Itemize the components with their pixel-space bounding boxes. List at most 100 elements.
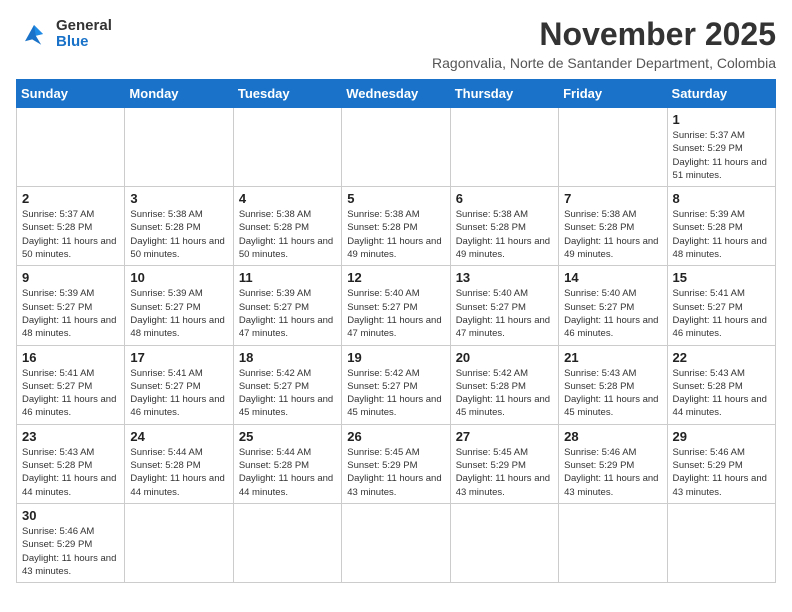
day-number: 3: [130, 191, 227, 206]
calendar-cell: [667, 503, 775, 582]
calendar-cell: [342, 108, 450, 187]
calendar-cell: 7 Sunrise: 5:38 AM Sunset: 5:28 PM Daylig…: [559, 187, 667, 266]
day-number: 7: [564, 191, 661, 206]
day-number: 11: [239, 270, 336, 285]
calendar-week-1: 2Sunrise: 5:37 AM Sunset: 5:28 PM Daylig…: [17, 187, 776, 266]
day-info: Sunrise: 5:39 AM Sunset: 5:27 PM Dayligh…: [130, 287, 227, 340]
day-info: Sunrise: 5:37 AM Sunset: 5:29 PM Dayligh…: [673, 129, 770, 182]
day-info: Sunrise: 5:41 AM Sunset: 5:27 PM Dayligh…: [130, 367, 227, 420]
weekday-header-saturday: Saturday: [667, 80, 775, 108]
day-number: 27: [456, 429, 553, 444]
day-number: 13: [456, 270, 553, 285]
calendar-cell: 26Sunrise: 5:45 AM Sunset: 5:29 PM Dayli…: [342, 424, 450, 503]
day-info: Sunrise: 5:41 AM Sunset: 5:27 PM Dayligh…: [22, 367, 119, 420]
calendar-cell: 16 Sunrise: 5:41 AM Sunset: 5:27 PM Dayli…: [17, 345, 125, 424]
day-info: Sunrise: 5:37 AM Sunset: 5:28 PM Dayligh…: [22, 208, 119, 261]
calendar-cell: [233, 108, 341, 187]
day-number: 1: [673, 112, 770, 127]
calendar-table: SundayMondayTuesdayWednesdayThursdayFrid…: [16, 79, 776, 583]
day-info: Sunrise: 5:41 AM Sunset: 5:27 PM Dayligh…: [673, 287, 770, 340]
day-number: 4: [239, 191, 336, 206]
weekday-header-tuesday: Tuesday: [233, 80, 341, 108]
day-number: 12: [347, 270, 444, 285]
calendar-body: 1 Sunrise: 5:37 AM Sunset: 5:29 PM Daylig…: [17, 108, 776, 583]
calendar-cell: 8Sunrise: 5:39 AM Sunset: 5:28 PM Daylig…: [667, 187, 775, 266]
calendar-cell: 22 Sunrise: 5:43 AM Sunset: 5:28 PM Dayli…: [667, 345, 775, 424]
calendar-cell: 15 Sunrise: 5:41 AM Sunset: 5:27 PM Dayli…: [667, 266, 775, 345]
day-number: 23: [22, 429, 119, 444]
day-info: Sunrise: 5:44 AM Sunset: 5:28 PM Dayligh…: [239, 446, 336, 499]
day-info: Sunrise: 5:45 AM Sunset: 5:29 PM Dayligh…: [456, 446, 553, 499]
calendar-cell: 29Sunrise: 5:46 AM Sunset: 5:29 PM Dayli…: [667, 424, 775, 503]
day-info: Sunrise: 5:46 AM Sunset: 5:29 PM Dayligh…: [564, 446, 661, 499]
calendar-cell: 24 Sunrise: 5:44 AM Sunset: 5:28 PM Dayli…: [125, 424, 233, 503]
calendar-cell: [125, 503, 233, 582]
day-number: 18: [239, 350, 336, 365]
day-number: 10: [130, 270, 227, 285]
calendar-cell: 2Sunrise: 5:37 AM Sunset: 5:28 PM Daylig…: [17, 187, 125, 266]
weekday-header-thursday: Thursday: [450, 80, 558, 108]
day-info: Sunrise: 5:45 AM Sunset: 5:29 PM Dayligh…: [347, 446, 444, 499]
calendar-week-0: 1 Sunrise: 5:37 AM Sunset: 5:29 PM Daylig…: [17, 108, 776, 187]
day-info: Sunrise: 5:44 AM Sunset: 5:28 PM Dayligh…: [130, 446, 227, 499]
day-number: 21: [564, 350, 661, 365]
calendar-cell: 10 Sunrise: 5:39 AM Sunset: 5:27 PM Dayli…: [125, 266, 233, 345]
day-number: 14: [564, 270, 661, 285]
calendar-cell: 3 Sunrise: 5:38 AM Sunset: 5:28 PM Daylig…: [125, 187, 233, 266]
calendar-cell: 19Sunrise: 5:42 AM Sunset: 5:27 PM Dayli…: [342, 345, 450, 424]
day-number: 16: [22, 350, 119, 365]
weekday-header-monday: Monday: [125, 80, 233, 108]
day-info: Sunrise: 5:39 AM Sunset: 5:27 PM Dayligh…: [22, 287, 119, 340]
logo-text: GeneralBlue: [56, 18, 112, 51]
calendar-week-3: 16 Sunrise: 5:41 AM Sunset: 5:27 PM Dayli…: [17, 345, 776, 424]
day-info: Sunrise: 5:39 AM Sunset: 5:27 PM Dayligh…: [239, 287, 336, 340]
day-number: 25: [239, 429, 336, 444]
day-number: 24: [130, 429, 227, 444]
day-info: Sunrise: 5:39 AM Sunset: 5:28 PM Dayligh…: [673, 208, 770, 261]
calendar-cell: 30Sunrise: 5:46 AM Sunset: 5:29 PM Dayli…: [17, 503, 125, 582]
logo-icon: [16, 16, 52, 52]
day-number: 17: [130, 350, 227, 365]
day-info: Sunrise: 5:38 AM Sunset: 5:28 PM Dayligh…: [239, 208, 336, 261]
calendar-cell: 17 Sunrise: 5:41 AM Sunset: 5:27 PM Dayli…: [125, 345, 233, 424]
calendar-cell: 28Sunrise: 5:46 AM Sunset: 5:29 PM Dayli…: [559, 424, 667, 503]
day-info: Sunrise: 5:38 AM Sunset: 5:28 PM Dayligh…: [564, 208, 661, 261]
title-area: November 2025 Ragonvalia, Norte de Santa…: [432, 16, 776, 71]
calendar-cell: [559, 503, 667, 582]
calendar-cell: 4 Sunrise: 5:38 AM Sunset: 5:28 PM Daylig…: [233, 187, 341, 266]
day-info: Sunrise: 5:38 AM Sunset: 5:28 PM Dayligh…: [347, 208, 444, 261]
day-info: Sunrise: 5:43 AM Sunset: 5:28 PM Dayligh…: [673, 367, 770, 420]
day-number: 20: [456, 350, 553, 365]
day-number: 9: [22, 270, 119, 285]
day-info: Sunrise: 5:42 AM Sunset: 5:28 PM Dayligh…: [456, 367, 553, 420]
location-subtitle: Ragonvalia, Norte de Santander Departmen…: [432, 55, 776, 71]
day-info: Sunrise: 5:42 AM Sunset: 5:27 PM Dayligh…: [239, 367, 336, 420]
day-number: 22: [673, 350, 770, 365]
weekday-header-row: SundayMondayTuesdayWednesdayThursdayFrid…: [17, 80, 776, 108]
calendar-cell: 14Sunrise: 5:40 AM Sunset: 5:27 PM Dayli…: [559, 266, 667, 345]
day-info: Sunrise: 5:46 AM Sunset: 5:29 PM Dayligh…: [22, 525, 119, 578]
calendar-cell: [450, 108, 558, 187]
day-number: 29: [673, 429, 770, 444]
weekday-header-wednesday: Wednesday: [342, 80, 450, 108]
calendar-week-2: 9 Sunrise: 5:39 AM Sunset: 5:27 PM Daylig…: [17, 266, 776, 345]
calendar-cell: [342, 503, 450, 582]
day-number: 6: [456, 191, 553, 206]
calendar-week-4: 23Sunrise: 5:43 AM Sunset: 5:28 PM Dayli…: [17, 424, 776, 503]
day-info: Sunrise: 5:40 AM Sunset: 5:27 PM Dayligh…: [456, 287, 553, 340]
calendar-cell: [559, 108, 667, 187]
day-info: Sunrise: 5:38 AM Sunset: 5:28 PM Dayligh…: [456, 208, 553, 261]
day-number: 15: [673, 270, 770, 285]
calendar-cell: 20 Sunrise: 5:42 AM Sunset: 5:28 PM Dayli…: [450, 345, 558, 424]
weekday-header-friday: Friday: [559, 80, 667, 108]
weekday-header-sunday: Sunday: [17, 80, 125, 108]
calendar-cell: 18 Sunrise: 5:42 AM Sunset: 5:27 PM Dayli…: [233, 345, 341, 424]
day-number: 19: [347, 350, 444, 365]
page-header: GeneralBlue November 2025 Ragonvalia, No…: [16, 16, 776, 71]
day-info: Sunrise: 5:38 AM Sunset: 5:28 PM Dayligh…: [130, 208, 227, 261]
calendar-cell: [125, 108, 233, 187]
calendar-cell: 27 Sunrise: 5:45 AM Sunset: 5:29 PM Dayli…: [450, 424, 558, 503]
logo: GeneralBlue: [16, 16, 112, 52]
calendar-week-5: 30Sunrise: 5:46 AM Sunset: 5:29 PM Dayli…: [17, 503, 776, 582]
calendar-cell: 1 Sunrise: 5:37 AM Sunset: 5:29 PM Daylig…: [667, 108, 775, 187]
